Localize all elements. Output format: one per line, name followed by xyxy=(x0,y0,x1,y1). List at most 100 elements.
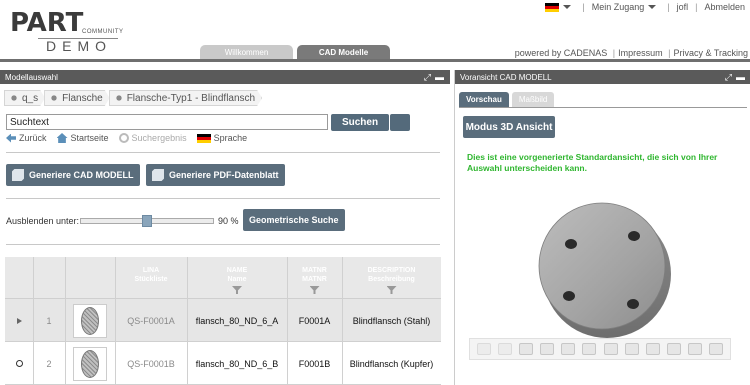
view-zoom-icon[interactable] xyxy=(497,343,512,355)
view-measure-icon[interactable] xyxy=(709,343,724,355)
column-matnr[interactable]: MATNR MATNR xyxy=(287,257,342,299)
search-button[interactable]: Suchen xyxy=(331,114,389,131)
flange-face xyxy=(538,202,666,330)
home-icon xyxy=(56,133,68,143)
cell-matnr: F0001A xyxy=(298,315,331,326)
home-link[interactable]: Startseite xyxy=(56,133,109,143)
search-input[interactable] xyxy=(6,114,328,130)
arrow-left-icon xyxy=(6,133,16,143)
pdf-icon xyxy=(152,169,164,181)
row-index: 1 xyxy=(46,315,52,326)
maximize-icon[interactable]: ⤢ xyxy=(424,72,431,82)
view-iso-icon[interactable] xyxy=(688,343,703,355)
filter-slider[interactable] xyxy=(80,215,214,227)
minimize-icon[interactable]: ▬ xyxy=(736,72,745,82)
cad-icon xyxy=(12,169,24,181)
cad-preview-panel: Voransicht CAD MODELL ⤢ ▬ Vorschau Maßbi… xyxy=(454,70,750,385)
header: PART COMMUNITY DEMO | Mein Zugang | jofl… xyxy=(0,0,750,62)
bolt-hole xyxy=(563,291,575,301)
tab-dimension-drawing[interactable]: Maßbild xyxy=(511,92,555,107)
panel-title-text: Modellauswahl xyxy=(5,72,58,82)
logout-link[interactable]: Abmelden xyxy=(704,2,745,12)
nav-links: Zurück Startseite Suchergebnis Sprache xyxy=(6,133,247,143)
logo-community: COMMUNITY xyxy=(82,29,124,35)
powered-by-link[interactable]: powered by CADENAS xyxy=(515,48,608,58)
filter-label: Ausblenden unter: xyxy=(6,216,80,226)
minimize-icon[interactable]: ▬ xyxy=(435,72,444,82)
geometric-search-button[interactable]: Geometrische Suche xyxy=(243,209,345,231)
viewer-toolbar xyxy=(469,338,731,360)
generate-cad-button[interactable]: Generiere CAD MODELL xyxy=(6,164,140,186)
maximize-icon[interactable]: ⤢ xyxy=(725,72,732,82)
divider xyxy=(6,198,440,199)
preview-tabs: Vorschau Maßbild xyxy=(459,92,555,107)
panel-title-text: Voransicht CAD MODELL xyxy=(460,72,552,82)
breadcrumb-item-flansch-typ1[interactable]: Flansche-Typ1 - Blindflansch xyxy=(109,90,262,106)
view-top-icon[interactable] xyxy=(645,343,660,355)
generate-pdf-button[interactable]: Generiere PDF-Datenblatt xyxy=(146,164,285,186)
table-row[interactable]: 2 QS-F0001B flansch_80_ND_6_B F0001B Bli… xyxy=(5,342,441,385)
column-name[interactable]: NAME Name xyxy=(187,257,287,299)
mode-3d-button[interactable]: Modus 3D Ansicht xyxy=(463,116,555,138)
cell-lina: QS-F0001B xyxy=(127,358,175,369)
row-expand[interactable] xyxy=(5,299,33,342)
tab-preview[interactable]: Vorschau xyxy=(459,92,509,107)
filter-icon[interactable] xyxy=(309,286,320,294)
flange-thumbnail-icon xyxy=(81,349,99,378)
bolt-hole xyxy=(565,239,577,249)
row-thumbnail xyxy=(65,342,115,385)
breadcrumb-item-flansche[interactable]: Flansche xyxy=(44,90,110,106)
preview-info-text: Dies ist eine vorgenerierte Standardansi… xyxy=(467,152,718,173)
tab-cad-models[interactable]: CAD Modelle xyxy=(297,45,390,59)
view-left-icon[interactable] xyxy=(603,343,618,355)
search-options-button[interactable] xyxy=(390,114,410,131)
view-back-icon[interactable] xyxy=(582,343,597,355)
cell-description: Blindflansch (Stahl) xyxy=(352,315,431,326)
view-rotate-icon[interactable] xyxy=(540,343,555,355)
slider-handle[interactable] xyxy=(142,215,152,227)
german-flag-icon[interactable] xyxy=(545,2,560,12)
table-row[interactable]: 1 QS-F0001A flansch_80_ND_6_A F0001A Bli… xyxy=(5,299,441,342)
panel-title-preview: Voransicht CAD MODELL ⤢ ▬ xyxy=(455,70,750,84)
radio-button[interactable] xyxy=(15,360,23,367)
privacy-link[interactable]: Privacy & Tracking xyxy=(673,48,748,58)
impressum-link[interactable]: Impressum xyxy=(618,48,663,58)
back-link[interactable]: Zurück xyxy=(6,133,47,143)
logo-demo: DEMO xyxy=(46,38,112,54)
filter-icon[interactable] xyxy=(386,286,397,294)
row-select[interactable] xyxy=(5,342,33,385)
my-account-link[interactable]: Mein Zugang xyxy=(592,2,645,12)
bolt-hole xyxy=(628,231,640,241)
top-nav: | Mein Zugang | jofl | Abmelden xyxy=(545,2,745,12)
column-lina[interactable]: LINA Stückliste xyxy=(115,257,187,299)
user-name[interactable]: jofl xyxy=(677,2,689,12)
filter-icon[interactable] xyxy=(232,286,242,294)
flange-3d-preview[interactable] xyxy=(535,192,675,342)
model-selection-panel: Modellauswahl ⤢ ▬ q_s Flansche Flansche-… xyxy=(0,70,450,385)
language-dropdown-icon[interactable] xyxy=(563,5,572,9)
folder-icon xyxy=(9,93,19,103)
view-bottom-icon[interactable] xyxy=(666,343,681,355)
row-thumbnail xyxy=(65,299,115,342)
row-index: 2 xyxy=(46,358,52,369)
partcommunity-logo[interactable]: PART COMMUNITY DEMO xyxy=(10,8,123,56)
view-front-icon[interactable] xyxy=(561,343,576,355)
language-link[interactable]: Sprache xyxy=(196,133,247,143)
view-shaded-icon[interactable] xyxy=(518,343,533,355)
column-description[interactable]: DESCRIPTION Beschreibung xyxy=(342,257,441,299)
cell-name: flansch_80_ND_6_B xyxy=(195,358,279,369)
view-right-icon[interactable] xyxy=(624,343,639,355)
table-header: LINA Stückliste NAME Name MATNR MATNR DE… xyxy=(5,257,441,299)
result-table: LINA Stückliste NAME Name MATNR MATNR DE… xyxy=(5,257,441,385)
flange-thumbnail-icon xyxy=(81,306,99,335)
cell-lina: QS-F0001A xyxy=(127,315,175,326)
cell-description: Blindflansch (Kupfer) xyxy=(349,358,434,369)
search-results-link[interactable]: Suchergebnis xyxy=(118,133,187,143)
view-fit-icon[interactable] xyxy=(476,343,491,355)
bolt-hole xyxy=(627,299,639,309)
account-dropdown-icon[interactable] xyxy=(648,5,657,9)
breadcrumb-item-qs[interactable]: q_s xyxy=(4,90,45,106)
tab-welcome[interactable]: Willkommen xyxy=(200,45,293,59)
panel-title-model-selection: Modellauswahl ⤢ ▬ xyxy=(0,70,450,84)
german-flag-icon xyxy=(196,133,211,143)
